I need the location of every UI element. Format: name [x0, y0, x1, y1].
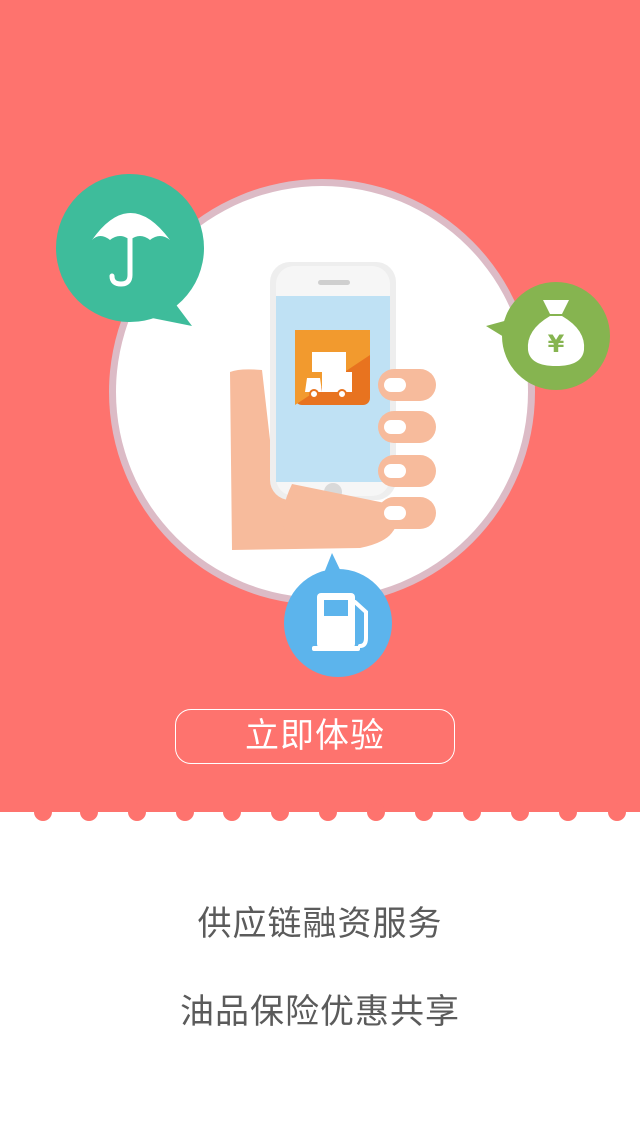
try-now-button[interactable]: 立即体验	[175, 709, 455, 764]
delivery-truck-app-icon	[295, 330, 370, 405]
hero-illustration: ¥	[56, 174, 610, 677]
scalloped-divider	[0, 800, 640, 821]
feature-supply-chain-finance: 供应链融资服务	[197, 904, 443, 944]
feature-fuel-insurance-discount: 油品保险优惠共享	[180, 992, 460, 1032]
splash-page: ¥ 立即体验 供应链融资服务 油品保险优惠共享	[0, 0, 640, 1136]
yen-symbol: ¥	[548, 330, 565, 358]
